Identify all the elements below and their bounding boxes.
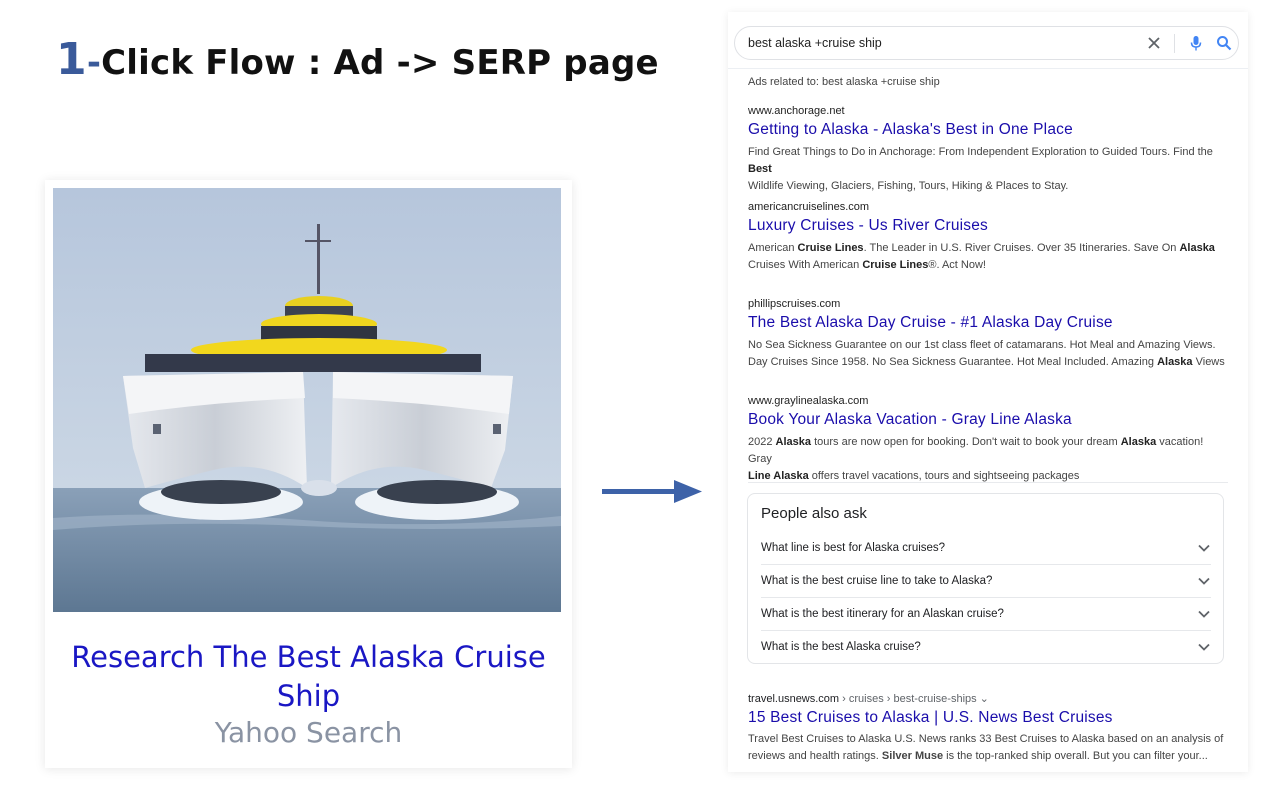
snippet-text: Day Cruises Since 1958. No Sea Sickness … bbox=[748, 356, 1154, 368]
result-snippet: Find Great Things to Do in Anchorage: Fr… bbox=[748, 144, 1228, 195]
snippet-text: Travel Best Cruises to Alaska U.S. News … bbox=[748, 733, 1224, 745]
search-icon[interactable] bbox=[1216, 35, 1232, 51]
snippet-text: reviews and health ratings. bbox=[748, 750, 879, 762]
result-snippet: American Cruise Lines. The Leader in U.S… bbox=[748, 240, 1228, 274]
result-domain: travel.usnews.com bbox=[748, 693, 840, 705]
search-bar[interactable]: best alaska +cruise ship bbox=[734, 26, 1239, 60]
ad-result: www.graylinealaska.com Book Your Alaska … bbox=[748, 395, 1228, 485]
microphone-icon[interactable] bbox=[1189, 35, 1203, 52]
headline-text: Click Flow : Ad -> SERP page bbox=[101, 43, 659, 83]
paa-question-text: What line is best for Alaska cruises? bbox=[761, 542, 946, 554]
paa-heading: People also ask bbox=[761, 505, 867, 522]
result-snippet: Travel Best Cruises to Alaska U.S. News … bbox=[748, 731, 1233, 765]
search-input[interactable]: best alaska +cruise ship bbox=[748, 36, 882, 50]
serp-page: best alaska +cruise ship Ads related to:… bbox=[728, 12, 1248, 772]
people-also-ask: People also ask What line is best for Al… bbox=[747, 493, 1224, 664]
snippet-text: offers travel vacations, tours and sight… bbox=[811, 470, 1080, 482]
snippet-bold: Alaska bbox=[1157, 356, 1193, 368]
snippet-text: No Sea Sickness Guarantee on our 1st cla… bbox=[748, 339, 1216, 351]
snippet-text: Find Great Things to Do in Anchorage: Fr… bbox=[748, 146, 1213, 158]
result-title-link[interactable]: Luxury Cruises - Us River Cruises bbox=[748, 217, 1228, 235]
snippet-bold: Cruise Lines bbox=[862, 259, 929, 271]
clear-search-icon[interactable] bbox=[1145, 34, 1163, 52]
result-url[interactable]: www.anchorage.net bbox=[748, 105, 1228, 117]
snippet-bold: Alaska bbox=[1120, 436, 1157, 448]
snippet-text: tours are now open for booking. Don't wa… bbox=[814, 436, 1118, 448]
ad-result: americancruiselines.com Luxury Cruises -… bbox=[748, 201, 1228, 274]
snippet-text: is the top-ranked ship overall. But you … bbox=[946, 750, 1208, 762]
snippet-bold: Alaska bbox=[775, 436, 812, 448]
snippet-bold: Silver Muse bbox=[881, 750, 944, 762]
ad-result: phillipscruises.com The Best Alaska Day … bbox=[748, 298, 1228, 371]
ad-result: www.anchorage.net Getting to Alaska - Al… bbox=[748, 105, 1228, 195]
ad-source: Yahoo Search bbox=[214, 716, 403, 749]
chevron-down-icon[interactable] bbox=[1197, 641, 1211, 653]
snippet-text: Cruises With American bbox=[748, 259, 860, 271]
ad-image[interactable] bbox=[53, 188, 561, 612]
snippet-text: 2022 bbox=[748, 436, 773, 448]
organic-result: travel.usnews.com › cruises › best-cruis… bbox=[748, 692, 1233, 765]
result-title-link[interactable]: Getting to Alaska - Alaska's Best in One… bbox=[748, 121, 1228, 139]
paa-question-text: What is the best itinerary for an Alaska… bbox=[761, 608, 1004, 620]
paa-question-text: What is the best Alaska cruise? bbox=[761, 641, 921, 653]
ad-title[interactable]: Research The Best Alaska Cruise Ship bbox=[45, 638, 572, 716]
snippet-bold: Best bbox=[748, 163, 772, 175]
paa-question-text: What is the best cruise line to take to … bbox=[761, 575, 993, 587]
chevron-down-icon[interactable] bbox=[1197, 575, 1211, 587]
result-url[interactable]: americancruiselines.com bbox=[748, 201, 1228, 213]
snippet-text: American bbox=[748, 242, 795, 254]
result-snippet: No Sea Sickness Guarantee on our 1st cla… bbox=[748, 337, 1228, 371]
step-number: 1 bbox=[56, 34, 87, 85]
snippet-text: Wildlife Viewing, Glaciers, Fishing, Tou… bbox=[748, 180, 1069, 192]
section-divider bbox=[748, 482, 1228, 483]
search-divider bbox=[1174, 34, 1175, 53]
headline: 1-Click Flow : Ad -> SERP page bbox=[56, 34, 659, 85]
result-url[interactable]: phillipscruises.com bbox=[748, 298, 1228, 310]
result-path: › cruises › best-cruise-ships ⌄ bbox=[839, 693, 989, 705]
result-snippet: 2022 Alaska tours are now open for booki… bbox=[748, 434, 1228, 485]
ads-related-label: Ads related to: best alaska +cruise ship bbox=[748, 76, 940, 88]
result-title-link[interactable]: Book Your Alaska Vacation - Gray Line Al… bbox=[748, 411, 1228, 429]
result-title-link[interactable]: 15 Best Cruises to Alaska | U.S. News Be… bbox=[748, 709, 1233, 727]
snippet-bold: Line Alaska bbox=[748, 470, 809, 482]
result-breadcrumb[interactable]: travel.usnews.com › cruises › best-cruis… bbox=[748, 692, 1233, 705]
result-url[interactable]: www.graylinealaska.com bbox=[748, 395, 1228, 407]
flow-arrow-icon bbox=[602, 480, 702, 503]
step-dash: - bbox=[86, 43, 102, 83]
paa-question[interactable]: What is the best cruise line to take to … bbox=[761, 565, 1211, 598]
chevron-down-icon[interactable] bbox=[1197, 542, 1211, 554]
header-divider bbox=[728, 68, 1248, 69]
snippet-text: Views bbox=[1195, 356, 1225, 368]
snippet-text: . The Leader in U.S. River Cruises. Over… bbox=[863, 242, 1177, 254]
snippet-bold: Alaska bbox=[1179, 242, 1215, 254]
paa-question[interactable]: What is the best itinerary for an Alaska… bbox=[761, 598, 1211, 631]
ship-illustration bbox=[53, 188, 561, 612]
paa-question[interactable]: What is the best Alaska cruise? bbox=[761, 631, 1211, 664]
paa-question[interactable]: What line is best for Alaska cruises? bbox=[761, 532, 1211, 565]
snippet-text: ®. Act Now! bbox=[928, 259, 986, 271]
result-title-link[interactable]: The Best Alaska Day Cruise - #1 Alaska D… bbox=[748, 314, 1228, 332]
page: 1-Click Flow : Ad -> SERP page Research … bbox=[0, 0, 1280, 791]
chevron-down-icon[interactable] bbox=[1197, 608, 1211, 620]
ad-card[interactable]: Research The Best Alaska Cruise Ship Yah… bbox=[45, 180, 572, 768]
snippet-bold: Cruise Lines bbox=[797, 242, 864, 254]
